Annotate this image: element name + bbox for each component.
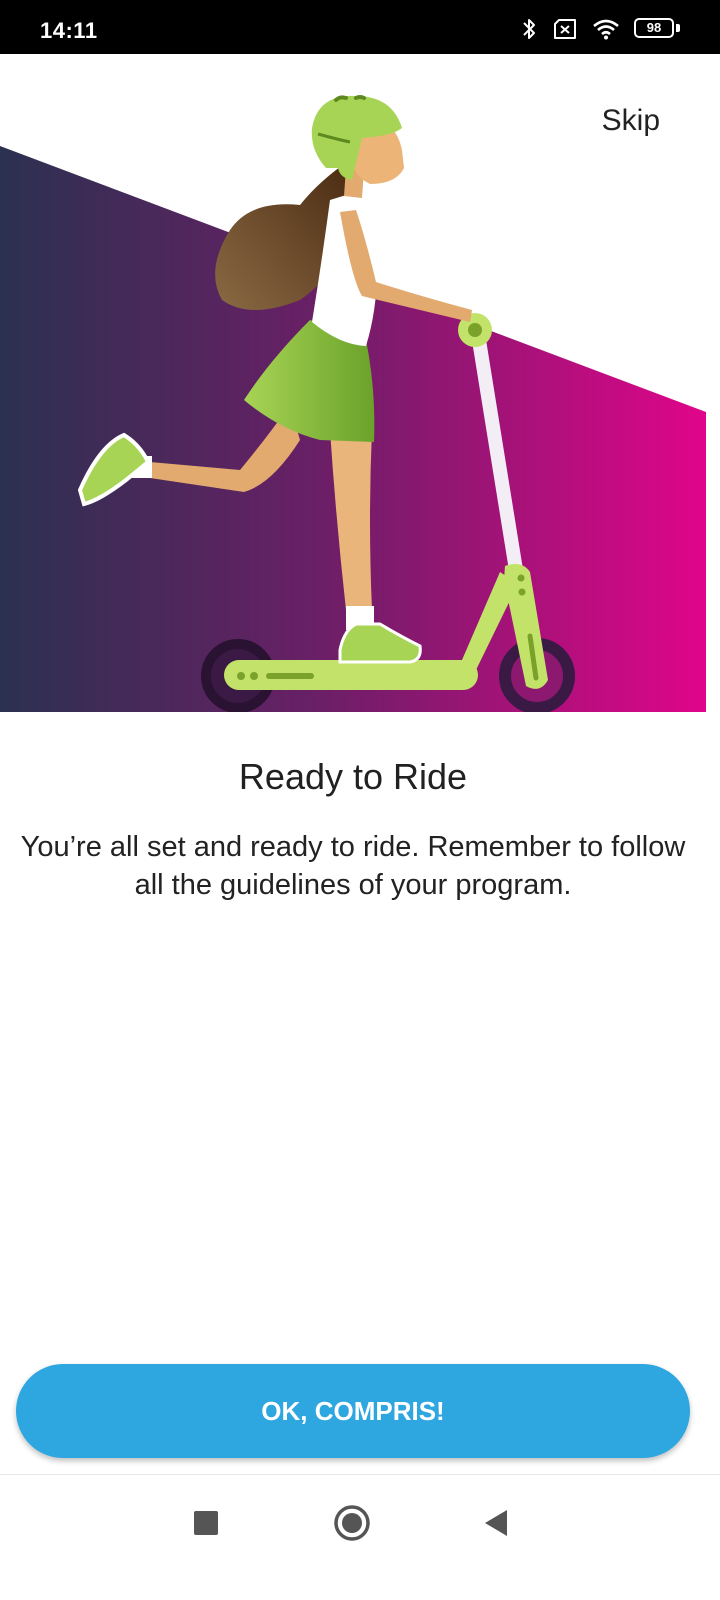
battery-level: 98 [646,20,662,35]
onboarding-screen: 14:11 98 Skip Ready to Ride You’re all s… [0,0,720,1600]
status-time: 14:11 [40,18,98,43]
system-navigation-bar [0,1475,720,1600]
hero-illustration [0,54,706,712]
recents-square-icon[interactable] [184,1501,228,1545]
ok-compris-button[interactable]: OK, COMPRIS! [16,1364,690,1458]
sim-off-icon [552,18,578,40]
battery-icon: 98 [634,18,680,40]
wifi-icon [592,18,620,40]
home-circle-icon[interactable] [330,1501,374,1545]
status-bar: 14:11 98 [0,0,720,54]
status-icons: 98 [520,16,680,42]
back-triangle-icon[interactable] [474,1501,518,1545]
page-title: Ready to Ride [238,756,468,797]
bluetooth-icon [520,17,538,41]
skip-button[interactable]: Skip [602,104,660,138]
onboarding-description: You’re all set and ready to ride. Rememb… [20,831,686,901]
